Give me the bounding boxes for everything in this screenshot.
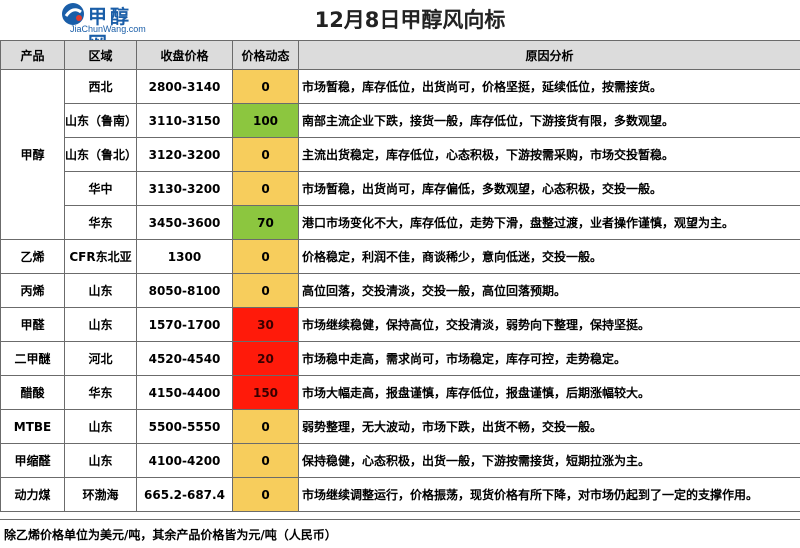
reason-cell: 市场继续稳健，保持高位，交投清淡，弱势向下整理，保持坚挺。 (299, 308, 800, 342)
price-cell: 5500-5550 (137, 410, 233, 444)
change-cell: 0 (233, 444, 299, 478)
region-cell: 河北 (65, 342, 137, 376)
change-cell: 100 (233, 104, 299, 138)
region-cell: 环渤海 (65, 478, 137, 512)
product-cell: 二甲醚 (1, 342, 65, 376)
table-row: 乙烯 CFR东北亚 1300 0 价格稳定，利润不佳，商谈稀少，意向低迷，交投一… (1, 240, 800, 274)
reason-cell: 高位回落，交投清淡，交投一般，高位回落预期。 (299, 274, 800, 308)
region-cell: 华东 (65, 376, 137, 410)
region-cell: CFR东北亚 (65, 240, 137, 274)
header-region: 区域 (65, 41, 137, 70)
header-reason: 原因分析 (299, 41, 800, 70)
table-row: 甲醇 西北 2800-3140 0 市场暂稳，库存低位，出货尚可，价格坚挺，延续… (1, 70, 800, 104)
price-cell: 665.2-687.4 (137, 478, 233, 512)
table-row: 山东（鲁北） 3120-3200 0 主流出货稳定，库存低位，心态积极，下游按需… (1, 138, 800, 172)
region-cell: 山东（鲁北） (65, 138, 137, 172)
reason-cell: 市场暂稳，出货尚可，库存偏低，多数观望，心态积极，交投一般。 (299, 172, 800, 206)
table-header-row: 产品 区域 收盘价格 价格动态 原因分析 (1, 41, 800, 70)
reason-cell: 市场大幅走高，报盘谨慎，库存低位，报盘谨慎，后期涨幅较大。 (299, 376, 800, 410)
price-cell: 8050-8100 (137, 274, 233, 308)
table-row: 甲醛 山东 1570-1700 30 市场继续稳健，保持高位，交投清淡，弱势向下… (1, 308, 800, 342)
product-cell: 丙烯 (1, 274, 65, 308)
region-cell: 山东（鲁南） (65, 104, 137, 138)
table-row: 甲缩醛 山东 4100-4200 0 保持稳健，心态积极，出货一般，下游按需接货… (1, 444, 800, 478)
region-cell: 山东 (65, 308, 137, 342)
product-cell: 甲缩醛 (1, 444, 65, 478)
table-row: MTBE 山东 5500-5550 0 弱势整理，无大波动，市场下跌，出货不畅，… (1, 410, 800, 444)
table-row: 华东 3450-3600 70 港口市场变化不大，库存低位，走势下滑，盘整过渡，… (1, 206, 800, 240)
reason-cell: 南部主流企业下跌，接货一般，库存低位，下游接货有限，多数观望。 (299, 104, 800, 138)
table-row: 山东（鲁南） 3110-3150 100 南部主流企业下跌，接货一般，库存低位，… (1, 104, 800, 138)
product-cell: MTBE (1, 410, 65, 444)
footer-text: 除乙烯价格单位为美元/吨，其余产品价格皆为元/吨（人民币） (4, 526, 337, 543)
region-cell: 华中 (65, 172, 137, 206)
reason-cell: 港口市场变化不大，库存低位，走势下滑，盘整过渡，业者操作谨慎，观望为主。 (299, 206, 800, 240)
region-cell: 山东 (65, 274, 137, 308)
reason-cell: 市场继续调整运行，价格振荡，现货价格有所下降，对市场仍起到了一定的支撑作用。 (299, 478, 800, 512)
region-cell: 华东 (65, 206, 137, 240)
footer-note: 除乙烯价格单位为美元/吨，其余产品价格皆为元/吨（人民币） (0, 519, 800, 548)
price-cell: 3120-3200 (137, 138, 233, 172)
change-cell: 0 (233, 240, 299, 274)
reason-cell: 价格稳定，利润不佳，商谈稀少，意向低迷，交投一般。 (299, 240, 800, 274)
product-cell: 甲醛 (1, 308, 65, 342)
price-cell: 1300 (137, 240, 233, 274)
region-cell: 山东 (65, 410, 137, 444)
price-cell: 3110-3150 (137, 104, 233, 138)
change-cell: 30 (233, 308, 299, 342)
header-product: 产品 (1, 41, 65, 70)
price-cell: 4100-4200 (137, 444, 233, 478)
table-row: 动力煤 环渤海 665.2-687.4 0 市场继续调整运行，价格振荡，现货价格… (1, 478, 800, 512)
reason-cell: 保持稳健，心态积极，出货一般，下游按需接货，短期拉涨为主。 (299, 444, 800, 478)
price-cell: 3130-3200 (137, 172, 233, 206)
reason-cell: 市场暂稳，库存低位，出货尚可，价格坚挺，延续低位，按需接货。 (299, 70, 800, 104)
change-cell: 20 (233, 342, 299, 376)
price-cell: 2800-3140 (137, 70, 233, 104)
change-cell: 0 (233, 274, 299, 308)
header-price: 收盘价格 (137, 41, 233, 70)
price-cell: 3450-3600 (137, 206, 233, 240)
table-row: 醋酸 华东 4150-4400 150 市场大幅走高，报盘谨慎，库存低位，报盘谨… (1, 376, 800, 410)
header-change: 价格动态 (233, 41, 299, 70)
product-cell: 醋酸 (1, 376, 65, 410)
product-cell: 动力煤 (1, 478, 65, 512)
reason-cell: 主流出货稳定，库存低位，心态积极，下游按需采购，市场交投暂稳。 (299, 138, 800, 172)
change-cell: 150 (233, 376, 299, 410)
table-row: 二甲醚 河北 4520-4540 20 市场稳中走高，需求尚可，市场稳定，库存可… (1, 342, 800, 376)
change-cell: 0 (233, 138, 299, 172)
change-cell: 70 (233, 206, 299, 240)
price-table: 产品 区域 收盘价格 价格动态 原因分析 甲醇 西北 2800-3140 0 市… (0, 40, 800, 512)
change-cell: 0 (233, 478, 299, 512)
page-title: 12月8日甲醇风向标 (0, 4, 800, 34)
price-cell: 4150-4400 (137, 376, 233, 410)
change-cell: 0 (233, 410, 299, 444)
price-cell: 4520-4540 (137, 342, 233, 376)
table-row: 丙烯 山东 8050-8100 0 高位回落，交投清淡，交投一般，高位回落预期。 (1, 274, 800, 308)
product-cell: 乙烯 (1, 240, 65, 274)
reason-cell: 弱势整理，无大波动，市场下跌，出货不畅，交投一般。 (299, 410, 800, 444)
reason-cell: 市场稳中走高，需求尚可，市场稳定，库存可控，走势稳定。 (299, 342, 800, 376)
change-cell: 0 (233, 70, 299, 104)
title-bar: 甲醇网 JiaChunWang.com 12月8日甲醇风向标 (0, 0, 800, 40)
price-cell: 1570-1700 (137, 308, 233, 342)
table-row: 华中 3130-3200 0 市场暂稳，出货尚可，库存偏低，多数观望，心态积极，… (1, 172, 800, 206)
product-cell: 甲醇 (1, 70, 65, 240)
region-cell: 西北 (65, 70, 137, 104)
change-cell: 0 (233, 172, 299, 206)
region-cell: 山东 (65, 444, 137, 478)
